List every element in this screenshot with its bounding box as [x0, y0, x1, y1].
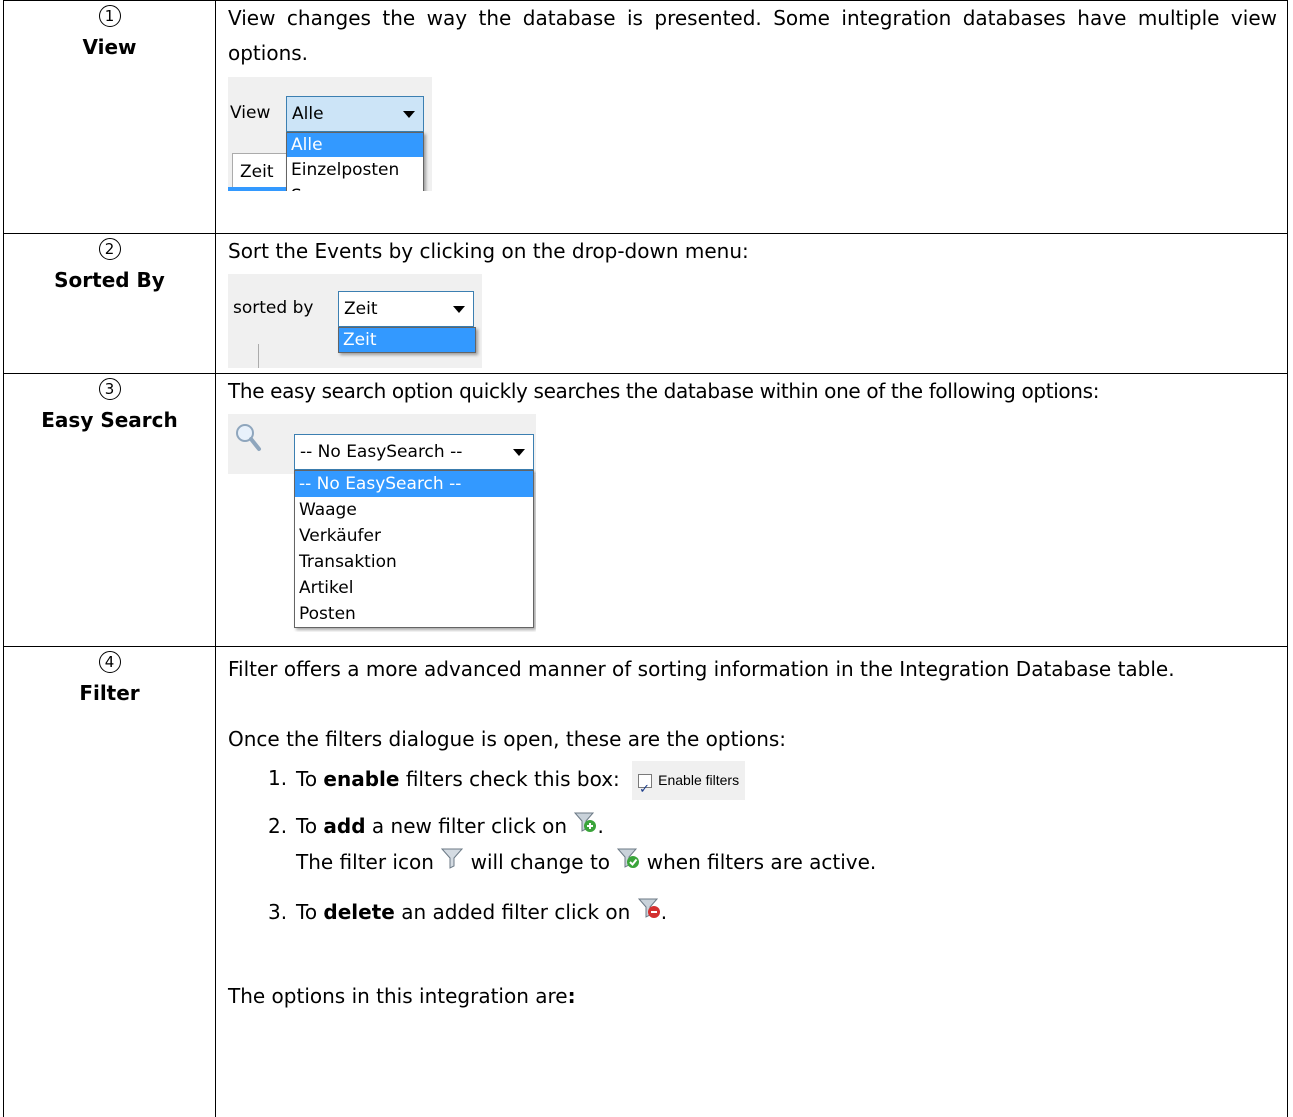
row-label: Filter — [79, 681, 140, 705]
sort-select-value: Zeit — [344, 299, 378, 319]
view-select[interactable]: Alle — [286, 96, 424, 132]
row-content-cell: Sort the Events by clicking on the drop-… — [215, 233, 1288, 374]
list-item[interactable]: Posten — [295, 601, 533, 627]
row-content-cell: The easy search option quickly searches … — [215, 373, 1288, 647]
row-description: Sort the Events by clicking on the drop-… — [228, 239, 749, 263]
list-item[interactable]: Waage — [295, 497, 533, 523]
list-item[interactable]: Summe — [287, 183, 423, 191]
list-item[interactable]: Transaktion — [295, 549, 533, 575]
row-label-cell: 1 View — [3, 0, 216, 234]
easysearch-select[interactable]: -- No EasySearch -- — [294, 434, 534, 470]
row-label-cell: 3 Easy Search — [3, 373, 216, 647]
row-number-badge: 2 — [98, 238, 121, 260]
row-label: Sorted By — [54, 268, 165, 292]
step-text: To — [296, 900, 324, 924]
step-keyword: enable — [323, 767, 400, 791]
table-row-filter: 4 Filter Filter offers a more advanced m… — [3, 646, 1288, 1117]
filter-add-icon — [573, 810, 597, 845]
easysearch-options-list: -- No EasySearch -- Waage Verkäufer Tran… — [294, 470, 534, 628]
row-description: View changes the way the database is pre… — [228, 6, 1277, 65]
step-number: 3. — [268, 900, 288, 924]
step-text: To — [296, 767, 324, 791]
easysearch-select-value: -- No EasySearch -- — [300, 442, 463, 462]
row-number-badge: 1 — [98, 5, 121, 27]
column-divider — [258, 344, 259, 368]
step-keyword: delete — [323, 900, 395, 924]
list-item[interactable]: Alle — [287, 133, 423, 157]
document-table-wrapper: 1 View View changes the way the database… — [3, 0, 1288, 1117]
table-row-sorted-by: 2 Sorted By Sort the Events by clicking … — [3, 233, 1288, 374]
row-content-cell: Filter offers a more advanced manner of … — [215, 646, 1288, 1117]
sort-select[interactable]: Zeit — [338, 291, 474, 327]
list-item: 3. To delete an added filter click on . — [216, 895, 1287, 931]
table-row-easy-search: 3 Easy Search The easy search option qui… — [3, 373, 1288, 647]
row-label-cell: 2 Sorted By — [3, 233, 216, 374]
sort-options-list: Zeit — [338, 327, 476, 353]
table-row-view: 1 View View changes the way the database… — [3, 0, 1288, 234]
step-text: To — [296, 814, 324, 838]
list-item: 2. To add a new filter click on . The fi… — [216, 809, 1287, 881]
feature-table: 1 View View changes the way the database… — [3, 0, 1288, 1117]
step-text: will change to — [464, 850, 617, 874]
filter-active-icon — [616, 846, 640, 881]
step-text: filters check this box: — [399, 767, 620, 791]
view-field-label: View — [230, 103, 271, 123]
step-text: . — [597, 814, 604, 838]
sort-dropdown-screenshot: sorted by Zeit Zeit — [228, 274, 482, 368]
list-item: 1. To enable filters check this box: Ena… — [216, 761, 1287, 806]
filter-dialog-text: Once the filters dialogue is open, these… — [228, 727, 787, 751]
list-item[interactable]: -- No EasySearch -- — [295, 471, 533, 497]
filter-options-text: The options in this integration are: — [216, 979, 1287, 1014]
row-description: The easy search option quickly searches … — [228, 379, 1100, 403]
view-options-list: Alle Einzelposten Summe — [286, 132, 424, 191]
step-text: when filters are active. — [640, 850, 877, 874]
chevron-down-icon — [403, 111, 415, 118]
list-item[interactable]: Einzelposten — [287, 157, 423, 183]
column-header-cell: Zeit — [232, 153, 290, 189]
easysearch-dropdown-screenshot: -- No EasySearch -- -- No EasySearch -- … — [228, 414, 536, 632]
step-number: 2. — [268, 814, 288, 838]
filter-delete-icon — [637, 896, 661, 931]
options-colon: : — [567, 984, 576, 1008]
step-text: The filter icon — [296, 850, 441, 874]
step-text: . — [660, 900, 668, 924]
list-item[interactable]: Zeit — [339, 328, 475, 352]
filter-intro: Filter offers a more advanced manner of … — [228, 657, 1175, 681]
row-content-cell: View changes the way the database is pre… — [215, 0, 1288, 234]
view-dropdown-screenshot: View Alle Zeit Alle Einzelposten Summe — [228, 77, 432, 191]
sort-field-label: sorted by — [233, 298, 314, 318]
filter-icon — [440, 846, 464, 881]
row-label: View — [82, 35, 137, 59]
list-item[interactable]: Verkäufer — [295, 523, 533, 549]
selected-row-strip — [228, 187, 288, 191]
row-number-badge: 3 — [98, 378, 121, 400]
chevron-down-icon — [453, 306, 465, 313]
chevron-down-icon — [513, 449, 525, 456]
step-keyword: add — [323, 814, 366, 838]
magnifier-icon — [234, 422, 262, 457]
filter-steps-list: 1. To enable filters check this box: Ena… — [216, 761, 1287, 931]
row-number-badge: 4 — [98, 651, 121, 673]
row-label-cell: 4 Filter — [3, 646, 216, 1117]
column-header-label: Zeit — [240, 162, 274, 182]
options-text: The options in this integration are — [228, 984, 568, 1008]
step-text: a new filter click on — [365, 814, 574, 838]
enable-filters-checkbox[interactable]: Enable filters — [632, 761, 746, 806]
step-number: 1. — [268, 766, 288, 790]
step-text: an added filter click on — [394, 900, 637, 924]
checkbox-checked-icon — [638, 771, 653, 806]
list-item[interactable]: Artikel — [295, 575, 533, 601]
checkbox-label: Enable filters — [658, 772, 740, 788]
row-label: Easy Search — [41, 408, 178, 432]
view-select-value: Alle — [292, 104, 324, 124]
